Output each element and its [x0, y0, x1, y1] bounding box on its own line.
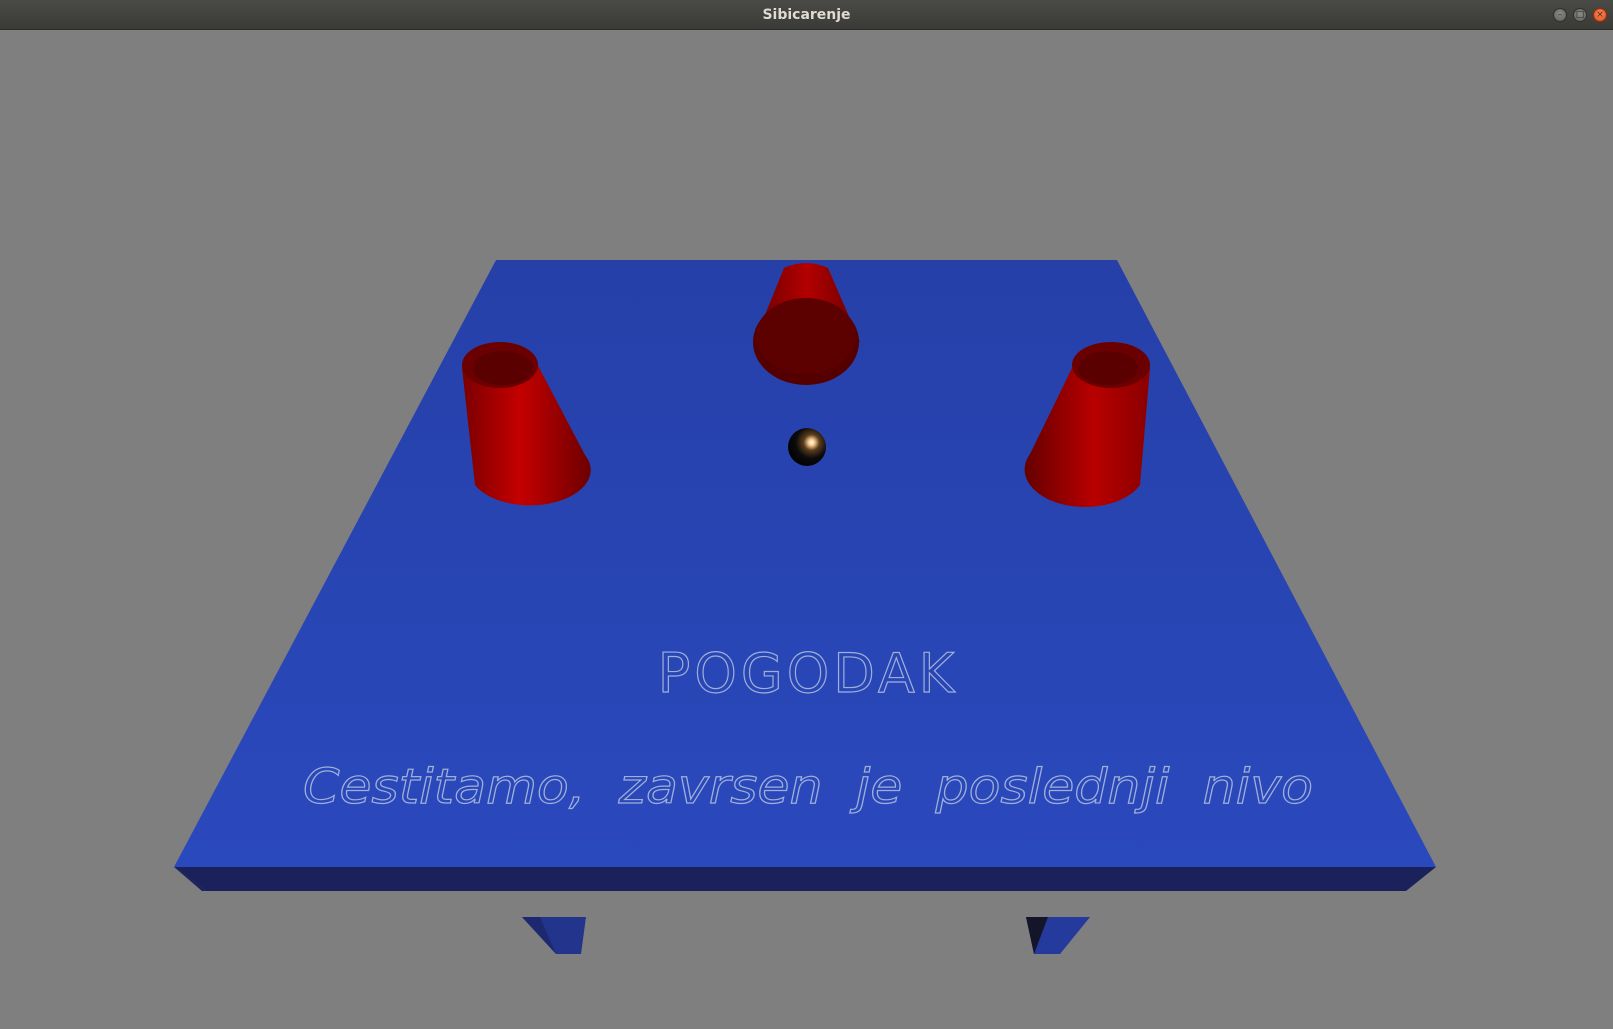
close-button[interactable]: × [1593, 8, 1607, 22]
game-viewport[interactable]: POGODAK Cestitamo, zavrsen je poslednji … [0, 30, 1613, 1025]
table-edge [174, 867, 1436, 891]
minimize-button[interactable]: – [1553, 8, 1567, 22]
table-leg-left [522, 917, 586, 954]
status-text: POGODAK [658, 642, 958, 705]
maximize-button[interactable]: □ [1573, 8, 1587, 22]
window-title: Sibicarenje [762, 7, 851, 23]
message-text: Cestitamo, zavrsen je poslednji nivo [303, 759, 1313, 815]
table-leg-right [1026, 917, 1090, 954]
ball [788, 428, 826, 466]
window-titlebar: Sibicarenje – □ × [0, 0, 1613, 30]
game-scene[interactable]: POGODAK Cestitamo, zavrsen je poslednji … [0, 30, 1613, 1025]
